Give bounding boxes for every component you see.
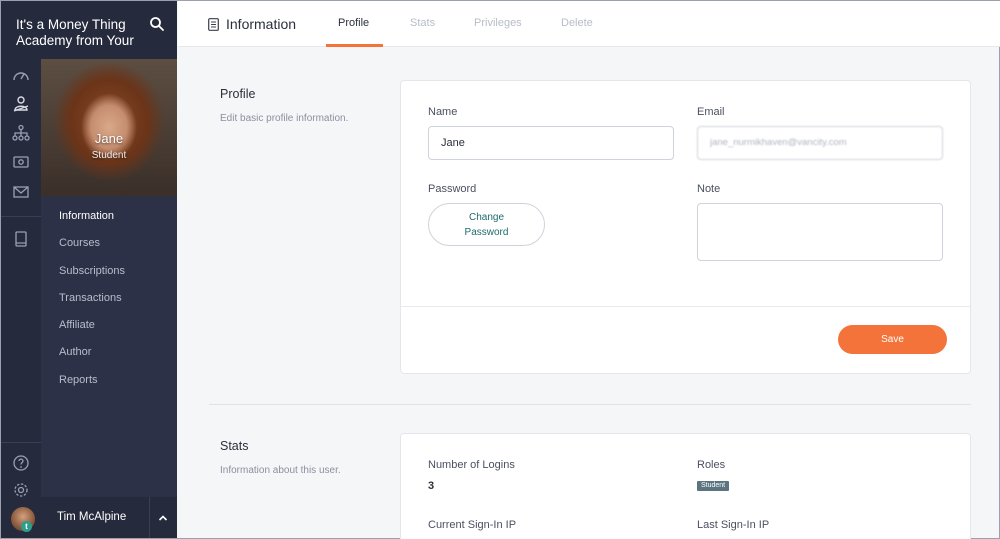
page-title: Information bbox=[226, 16, 297, 32]
sidebar-item-information[interactable]: Information bbox=[41, 203, 177, 230]
sidebar: It's a Money Thing Academy from Your Jan… bbox=[1, 1, 177, 538]
rail-divider bbox=[1, 442, 41, 443]
logins-value: 3 bbox=[428, 480, 435, 492]
dashboard-icon[interactable] bbox=[12, 67, 30, 85]
change-password-line2: Password bbox=[464, 227, 509, 238]
profile-photo[interactable]: Jane Student bbox=[41, 59, 177, 196]
help-icon[interactable] bbox=[12, 454, 30, 472]
role-badge: Student bbox=[697, 481, 730, 491]
icon-rail bbox=[1, 59, 41, 497]
name-label: Name bbox=[428, 106, 458, 118]
section-description-profile: Edit basic profile information. bbox=[220, 113, 349, 124]
email-label: Email bbox=[697, 106, 725, 118]
tab-delete[interactable]: Delete bbox=[561, 17, 593, 29]
card-divider bbox=[401, 306, 970, 307]
profile-name: Jane bbox=[94, 131, 124, 146]
active-tab-indicator bbox=[326, 44, 383, 47]
sitemap-icon[interactable] bbox=[12, 124, 30, 142]
document-icon bbox=[208, 18, 219, 31]
sidebar-item-author[interactable]: Author bbox=[41, 339, 177, 366]
tab-profile[interactable]: Profile bbox=[338, 17, 369, 29]
last-ip-label: Last Sign-In IP bbox=[697, 519, 770, 531]
sidebar-item-affiliate[interactable]: Affiliate bbox=[41, 312, 177, 339]
save-button[interactable]: Save bbox=[838, 325, 947, 354]
book-icon[interactable] bbox=[12, 230, 30, 248]
users-icon[interactable] bbox=[12, 95, 30, 113]
top-bar: Information Profile Stats Privileges Del… bbox=[178, 1, 1000, 47]
password-label: Password bbox=[428, 183, 477, 195]
section-title-profile: Profile bbox=[220, 87, 256, 101]
rail-divider bbox=[1, 216, 41, 217]
chevron-up-icon[interactable] bbox=[157, 512, 169, 524]
roles-label: Roles bbox=[697, 459, 726, 471]
sidebar-item-courses[interactable]: Courses bbox=[41, 230, 177, 257]
tab-stats[interactable]: Stats bbox=[410, 17, 435, 29]
stats-card: Number of Logins 3 Roles Student Current… bbox=[400, 433, 971, 539]
user-menu-divider bbox=[149, 497, 150, 538]
user-menu[interactable]: t Tim McAlpine bbox=[1, 497, 177, 538]
sidebar-item-reports[interactable]: Reports bbox=[41, 367, 177, 394]
section-title-stats: Stats bbox=[220, 439, 249, 453]
change-password-line1: Change bbox=[468, 212, 505, 223]
sidebar-nav: Information Courses Subscriptions Transa… bbox=[41, 203, 177, 394]
user-badge: t bbox=[21, 521, 32, 532]
name-input[interactable] bbox=[428, 126, 674, 160]
email-input[interactable]: jane_nurmikhaven@vancity.com bbox=[697, 126, 943, 160]
mail-icon[interactable] bbox=[12, 183, 30, 201]
app-title[interactable]: It's a Money Thing Academy from Your bbox=[16, 17, 146, 49]
section-description-stats: Information about this user. bbox=[220, 465, 341, 476]
money-icon[interactable] bbox=[12, 153, 30, 171]
logins-label: Number of Logins bbox=[428, 459, 515, 471]
profile-role: Student bbox=[91, 150, 127, 161]
brand-header: It's a Money Thing Academy from Your bbox=[1, 1, 177, 59]
user-name[interactable]: Tim McAlpine bbox=[57, 511, 126, 523]
sidebar-item-subscriptions[interactable]: Subscriptions bbox=[41, 258, 177, 285]
current-ip-label: Current Sign-In IP bbox=[428, 519, 517, 531]
profile-card: Name Email jane_nurmikhaven@vancity.com … bbox=[400, 80, 971, 374]
tab-privileges[interactable]: Privileges bbox=[474, 17, 522, 29]
note-textarea[interactable] bbox=[697, 203, 943, 261]
note-label: Note bbox=[697, 183, 721, 195]
section-divider bbox=[209, 404, 971, 405]
search-icon[interactable] bbox=[149, 16, 165, 32]
sidebar-item-transactions[interactable]: Transactions bbox=[41, 285, 177, 312]
change-password-button[interactable]: Change Password bbox=[428, 203, 545, 246]
